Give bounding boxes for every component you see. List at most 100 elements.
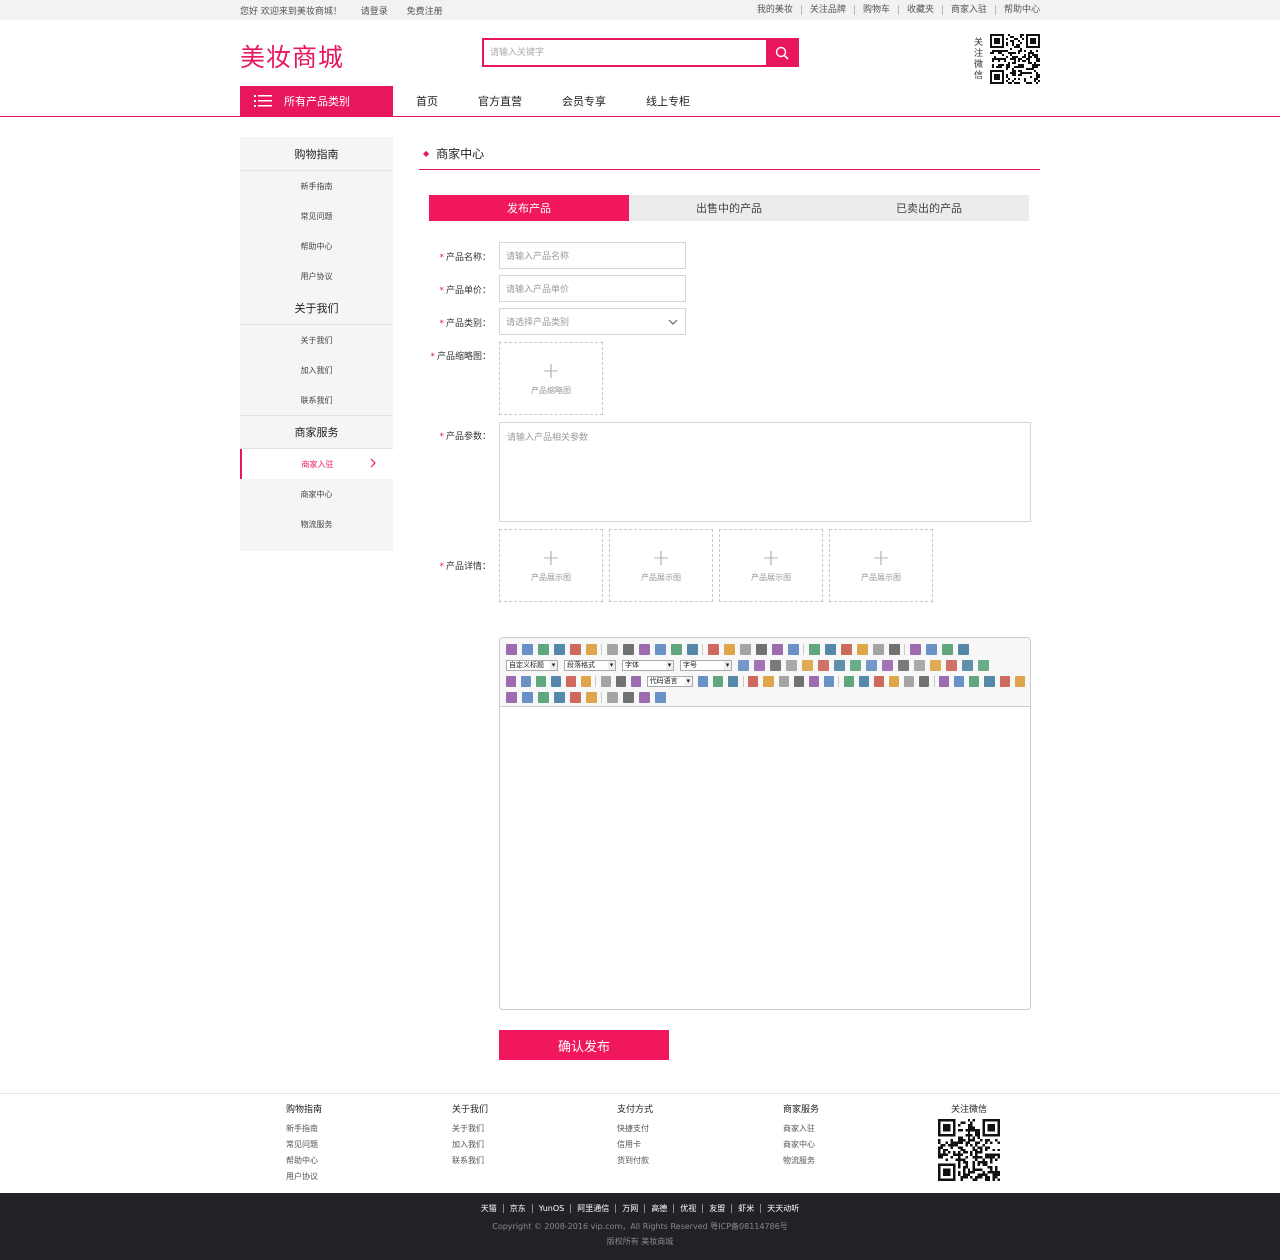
showcase-upload-3[interactable]: + 产品展示图 — [719, 529, 823, 602]
format-icon[interactable] — [505, 643, 517, 655]
partner-link[interactable]: 虾米 — [731, 1204, 760, 1213]
top-link-followed-brands[interactable]: 关注品牌 — [800, 5, 854, 15]
footer-link[interactable]: 帮助中心 — [286, 1155, 322, 1166]
login-link[interactable]: 请登录 — [361, 7, 388, 17]
clear-doc-icon[interactable] — [840, 643, 852, 655]
font-border-icon[interactable] — [606, 643, 618, 655]
select-all-icon[interactable] — [824, 643, 836, 655]
sidebar-item-join-us[interactable]: 加入我们 — [240, 355, 393, 385]
toolbar-erow3-21-icon[interactable] — [889, 675, 900, 687]
strikethrough-icon[interactable] — [622, 643, 634, 655]
underline-icon[interactable] — [585, 691, 597, 703]
search-input[interactable] — [484, 40, 766, 65]
sidebar-item-merchant-center[interactable]: 商家中心 — [240, 479, 393, 509]
product-price-input[interactable]: 请输入产品单价 — [499, 275, 686, 302]
toolbar-align-icon[interactable] — [945, 659, 957, 671]
toolbar-align-icon[interactable] — [753, 659, 765, 671]
strikethrough-icon[interactable] — [615, 675, 627, 687]
paste-icon[interactable] — [739, 643, 751, 655]
clear-doc-icon[interactable] — [873, 675, 885, 687]
bold-icon[interactable] — [550, 675, 561, 687]
all-categories-button[interactable]: 所有产品类别 — [240, 86, 393, 116]
toolbar-erow1-25-icon[interactable] — [925, 643, 937, 655]
paragraph-format-select[interactable]: 段落格式 — [564, 659, 616, 671]
footer-link[interactable]: 物流服务 — [783, 1155, 819, 1166]
redo-icon[interactable] — [537, 691, 549, 703]
subscript-icon[interactable] — [698, 675, 709, 687]
partner-link[interactable]: 优视 — [673, 1204, 702, 1213]
undo-icon[interactable] — [520, 675, 531, 687]
partner-link[interactable]: YunOS — [531, 1204, 570, 1213]
toolbar-erow3-28-icon[interactable] — [999, 675, 1010, 687]
paste-icon[interactable] — [778, 675, 789, 687]
toolbar-erow1-26-icon[interactable] — [941, 643, 953, 655]
toolbar-erow1-21-icon[interactable] — [856, 643, 868, 655]
product-name-input[interactable]: 请输入产品名称 — [499, 242, 686, 269]
footer-link[interactable]: 关于我们 — [452, 1123, 488, 1134]
partner-link[interactable]: 阿里通信 — [570, 1204, 615, 1213]
toolbar-erow3-22-icon[interactable] — [904, 675, 915, 687]
eraser-icon[interactable] — [713, 675, 724, 687]
toolbar-erow3-27-icon[interactable] — [984, 675, 995, 687]
showcase-upload-2[interactable]: + 产品展示图 — [609, 529, 713, 602]
toolbar-erow3-24-icon[interactable] — [939, 675, 950, 687]
toolbar-erow3-29-icon[interactable] — [1014, 675, 1025, 687]
product-params-textarea[interactable]: 请输入产品相关参数 — [499, 422, 1031, 522]
partner-link[interactable]: 友盟 — [702, 1204, 731, 1213]
tab-products-on-sale[interactable]: 出售中的产品 — [629, 195, 829, 221]
code-language-select[interactable]: 代码语言 — [646, 675, 693, 687]
partner-link[interactable]: 天天动听 — [760, 1204, 805, 1213]
product-category-select[interactable]: 请选择产品类别 — [499, 308, 686, 335]
font-size-select[interactable]: 字号 — [680, 659, 732, 671]
ordered-list-icon[interactable] — [787, 643, 799, 655]
footer-link[interactable]: 联系我们 — [452, 1155, 488, 1166]
format-icon[interactable] — [505, 675, 516, 687]
toolbar-align-icon[interactable] — [737, 659, 749, 671]
partner-link[interactable]: 天猫 — [475, 1204, 503, 1213]
toolbar-align-icon[interactable] — [897, 659, 909, 671]
partner-link[interactable]: 高德 — [644, 1204, 673, 1213]
toolbar-align-icon[interactable] — [849, 659, 861, 671]
toolbar-align-icon[interactable] — [865, 659, 877, 671]
underline-icon[interactable] — [585, 643, 597, 655]
toolbar-align-icon[interactable] — [817, 659, 829, 671]
subscript-icon[interactable] — [654, 691, 666, 703]
logo[interactable]: 美妆商城 — [240, 38, 344, 74]
register-link[interactable]: 免费注册 — [407, 7, 443, 17]
toolbar-align-icon[interactable] — [881, 659, 893, 671]
font-color-icon[interactable] — [793, 675, 804, 687]
nav-online-counter[interactable]: 线上专柜 — [646, 93, 690, 109]
footer-link[interactable]: 快捷支付 — [617, 1123, 653, 1134]
italic-icon[interactable] — [565, 675, 576, 687]
tab-publish-product[interactable]: 发布产品 — [429, 195, 629, 221]
toolbar-erow3-26-icon[interactable] — [969, 675, 980, 687]
italic-icon[interactable] — [569, 643, 581, 655]
redo-icon[interactable] — [535, 675, 546, 687]
top-link-help[interactable]: 帮助中心 — [994, 5, 1040, 15]
top-link-cart[interactable]: 购物车 — [853, 5, 898, 15]
sidebar-item-faq[interactable]: 常见问题 — [240, 201, 393, 231]
subscript-icon[interactable] — [654, 643, 666, 655]
brush-icon[interactable] — [686, 643, 698, 655]
toolbar-erow3-25-icon[interactable] — [954, 675, 965, 687]
superscript-icon[interactable] — [631, 675, 642, 687]
unordered-list-icon[interactable] — [808, 643, 820, 655]
nav-member-exclusive[interactable]: 会员专享 — [562, 93, 606, 109]
nav-official-direct[interactable]: 官方直营 — [478, 93, 522, 109]
toolbar-align-icon[interactable] — [913, 659, 925, 671]
highlight-icon[interactable] — [771, 643, 783, 655]
superscript-icon[interactable] — [638, 691, 650, 703]
ordered-list-icon[interactable] — [823, 675, 834, 687]
sidebar-item-user-agreement[interactable]: 用户协议 — [240, 261, 393, 291]
confirm-publish-button[interactable]: 确认发布 — [499, 1030, 669, 1060]
font-color-icon[interactable] — [755, 643, 767, 655]
tab-products-sold[interactable]: 已卖出的产品 — [829, 195, 1029, 221]
search-button[interactable] — [766, 40, 797, 65]
quote-icon[interactable] — [723, 643, 735, 655]
font-family-select[interactable]: 字体 — [622, 659, 674, 671]
toolbar-erow1-27-icon[interactable] — [957, 643, 969, 655]
font-border-icon[interactable] — [600, 675, 611, 687]
footer-link[interactable]: 商家入驻 — [783, 1123, 819, 1134]
quote-icon[interactable] — [763, 675, 774, 687]
top-link-my-account[interactable]: 我的美妆 — [749, 5, 801, 15]
